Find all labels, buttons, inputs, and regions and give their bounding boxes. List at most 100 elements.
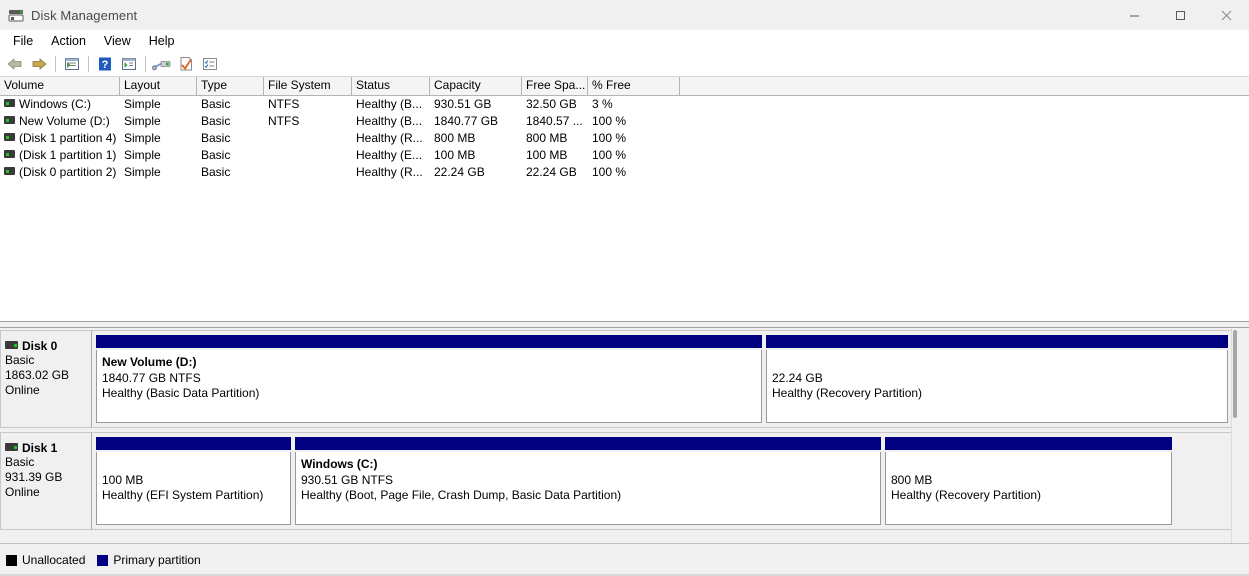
disk-row[interactable]: Disk 0 Basic 1863.02 GB Online New Volume (D… [0, 330, 1232, 428]
volume-icon [4, 150, 15, 158]
volume-icon [4, 133, 15, 141]
menu-item-view[interactable]: View [95, 31, 140, 51]
cell-filler [680, 130, 1249, 147]
column-header-file-system[interactable]: File System [264, 77, 352, 95]
partition-block[interactable]: Windows (C:) 930.51 GB NTFS Healthy (Boot,… [295, 437, 881, 525]
disk-status-label: Online [5, 485, 40, 499]
disk-size-label: 931.39 GB [5, 470, 63, 484]
properties-check-icon[interactable] [174, 53, 198, 75]
toolbar-separator-3 [145, 56, 146, 72]
partition-block[interactable]: 100 MB Healthy (EFI System Partition) [96, 437, 291, 525]
cell-free_space: 100 MB [526, 148, 568, 162]
partition-size: 22.24 GB [772, 370, 823, 385]
cell-pct_free: 100 % [592, 165, 627, 179]
list-properties-icon[interactable] [198, 53, 222, 75]
cell-capacity: 800 MB [434, 131, 476, 145]
column-header-capacity[interactable]: Capacity [430, 77, 522, 95]
partition-status: Healthy (EFI System Partition) [102, 488, 264, 502]
cell-free_space: 22.24 GB [526, 165, 577, 179]
partition-size: 1840.77 GB NTFS [102, 370, 201, 385]
rescan-disks-icon[interactable] [150, 53, 174, 75]
cell-volume-label: (Disk 1 partition 1) [19, 148, 117, 162]
menu-item-file[interactable]: File [4, 31, 42, 51]
cell-capacity: 1840.77 GB [434, 114, 499, 128]
disk-title: Disk 1 [5, 441, 91, 455]
disk-info-panel[interactable]: Disk 0 Basic 1863.02 GB Online [0, 330, 92, 428]
cell-free_space: 1840.57 ... [526, 114, 583, 128]
column-header-type[interactable]: Type [197, 77, 264, 95]
cell-type: Basic [201, 114, 231, 128]
partition-color-bar [96, 335, 762, 348]
partition-block[interactable]: 800 MB Healthy (Recovery Partition) [885, 437, 1172, 525]
partition-title: Windows (C:) [301, 457, 378, 471]
pane-splitter[interactable] [0, 321, 1249, 328]
help-icon[interactable]: ? [93, 53, 117, 75]
cell-file_system: NTFS [268, 114, 300, 128]
column-header-free-space[interactable]: Free Spa... [522, 77, 588, 95]
cell-volume: (Disk 1 partition 1) [0, 147, 120, 164]
cell-filler [680, 164, 1249, 181]
table-row[interactable]: (Disk 0 partition 2) Simple Basic Healthy (… [0, 164, 1249, 181]
maximize-icon[interactable] [1157, 0, 1203, 30]
disk-partitions-strip: 100 MB Healthy (EFI System Partition) Wind… [92, 432, 1232, 530]
graph-pane-scroll-thumb[interactable] [1233, 330, 1237, 418]
svg-text:?: ? [102, 59, 109, 71]
menu-item-help[interactable]: Help [140, 31, 184, 51]
minimize-icon[interactable] [1111, 0, 1157, 30]
cell-file_system [264, 130, 352, 147]
cell-status: Healthy (R... [356, 131, 423, 145]
column-header-layout[interactable]: Layout [120, 77, 197, 95]
partition-title: New Volume (D:) [102, 355, 197, 369]
volume-list-pane[interactable]: Volume Layout Type File System Status Ca… [0, 77, 1249, 321]
show-action-pane-icon[interactable] [117, 53, 141, 75]
table-row[interactable]: (Disk 1 partition 1) Simple Basic Healthy (… [0, 147, 1249, 164]
cell-volume: New Volume (D:) [0, 113, 120, 130]
legend-item-primary-partition: Primary partition [97, 553, 201, 567]
disk-icon [5, 443, 18, 451]
show-hide-console-tree-icon[interactable] [60, 53, 84, 75]
partition-block[interactable]: 22.24 GB Healthy (Recovery Partition) [766, 335, 1228, 423]
disk-graphical-pane[interactable]: Disk 0 Basic 1863.02 GB Online New Volume (D… [0, 328, 1249, 543]
partition-color-bar [885, 437, 1172, 450]
toolbar-separator-2 [88, 56, 89, 72]
cell-filler [680, 147, 1249, 164]
legend-label-unallocated: Unallocated [22, 553, 86, 567]
title-bar: Disk Management [0, 0, 1249, 30]
cell-volume-label: New Volume (D:) [19, 114, 110, 128]
forward-arrow-icon[interactable] [27, 53, 51, 75]
back-arrow-icon[interactable] [3, 53, 27, 75]
disk-icon [5, 341, 18, 349]
disk-name-label: Disk 1 [22, 441, 58, 455]
window-controls [1111, 0, 1249, 30]
graph-pane-scrollbar[interactable] [1231, 328, 1245, 543]
cell-file_system: NTFS [268, 97, 300, 111]
cell-layout: Simple [124, 97, 161, 111]
cell-pct_free: 100 % [592, 114, 627, 128]
cell-file_system [264, 147, 352, 164]
cell-status: Healthy (B... [356, 114, 423, 128]
partition-block[interactable]: New Volume (D:) 1840.77 GB NTFS Healthy (B… [96, 335, 762, 423]
legend-swatch-unallocated [6, 554, 17, 566]
column-header-status[interactable]: Status [352, 77, 430, 95]
menu-item-action[interactable]: Action [42, 31, 95, 51]
table-row[interactable]: New Volume (D:) Simple Basic NTFS Healthy (B… [0, 113, 1249, 130]
disk-info-panel[interactable]: Disk 1 Basic 931.39 GB Online [0, 432, 92, 530]
disk-row[interactable]: Disk 1 Basic 931.39 GB Online 100 MB Healthy… [0, 432, 1232, 530]
cell-pct_free: 3 % [592, 97, 613, 111]
volume-icon [4, 99, 15, 107]
partition-color-bar [96, 437, 291, 450]
column-header-pct-free[interactable]: % Free [588, 77, 680, 95]
close-icon[interactable] [1203, 0, 1249, 30]
cell-status: Healthy (B... [356, 97, 423, 111]
partition-status: Healthy (Boot, Page File, Crash Dump, Ba… [301, 488, 622, 502]
table-row[interactable]: Windows (C:) Simple Basic NTFS Healthy (B...… [0, 96, 1249, 113]
volume-list-body: Windows (C:) Simple Basic NTFS Healthy (B...… [0, 96, 1249, 181]
cell-filler [680, 96, 1249, 113]
partition-size: 800 MB [891, 472, 933, 487]
cell-type: Basic [201, 97, 231, 111]
disk-type-label: Basic [5, 455, 35, 469]
table-row[interactable]: (Disk 1 partition 4) Simple Basic Healthy (… [0, 130, 1249, 147]
column-header-volume[interactable]: Volume [0, 77, 120, 95]
partition-details: Windows (C:) 930.51 GB NTFS Healthy (Boot,… [295, 452, 881, 525]
volume-list-header: Volume Layout Type File System Status Ca… [0, 77, 1249, 96]
